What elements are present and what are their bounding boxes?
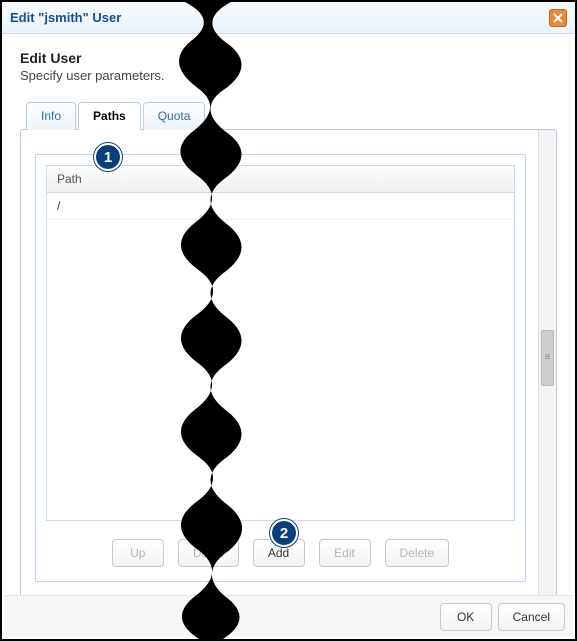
- dialog-footer: OK Cancel: [4, 595, 573, 637]
- paths-panel: Path / Up Down Add Edit Delete: [35, 154, 526, 582]
- section-subheading: Specify user parameters.: [20, 68, 557, 83]
- cancel-button[interactable]: Cancel: [498, 603, 565, 631]
- ok-button[interactable]: OK: [440, 603, 492, 631]
- dialog-titlebar: Edit "jsmith" User: [2, 2, 575, 34]
- edit-user-dialog: Edit "jsmith" User Edit User Specify use…: [0, 0, 577, 641]
- delete-button[interactable]: Delete: [385, 539, 450, 567]
- close-icon: [553, 13, 563, 23]
- tab-paths[interactable]: Paths: [78, 102, 141, 130]
- paths-table: Path /: [46, 165, 515, 521]
- tab-quota[interactable]: Quota: [143, 102, 206, 130]
- vertical-scrollbar[interactable]: [538, 130, 556, 612]
- paths-rows: /: [47, 193, 514, 520]
- up-button[interactable]: Up: [112, 539, 164, 567]
- annotation-callout-2: 2: [270, 519, 298, 547]
- close-button[interactable]: [549, 9, 567, 27]
- scrollbar-thumb[interactable]: [541, 330, 554, 386]
- section-heading: Edit User: [20, 50, 557, 66]
- annotation-callout-1: 1: [94, 143, 122, 171]
- tab-info[interactable]: Info: [26, 102, 76, 130]
- down-button[interactable]: Down: [178, 539, 239, 567]
- dialog-title: Edit "jsmith" User: [10, 10, 121, 25]
- tabstrip: Info Paths Quota: [20, 101, 557, 129]
- paths-column-header: Path: [47, 166, 514, 193]
- edit-button[interactable]: Edit: [319, 539, 371, 567]
- table-row[interactable]: /: [47, 193, 514, 220]
